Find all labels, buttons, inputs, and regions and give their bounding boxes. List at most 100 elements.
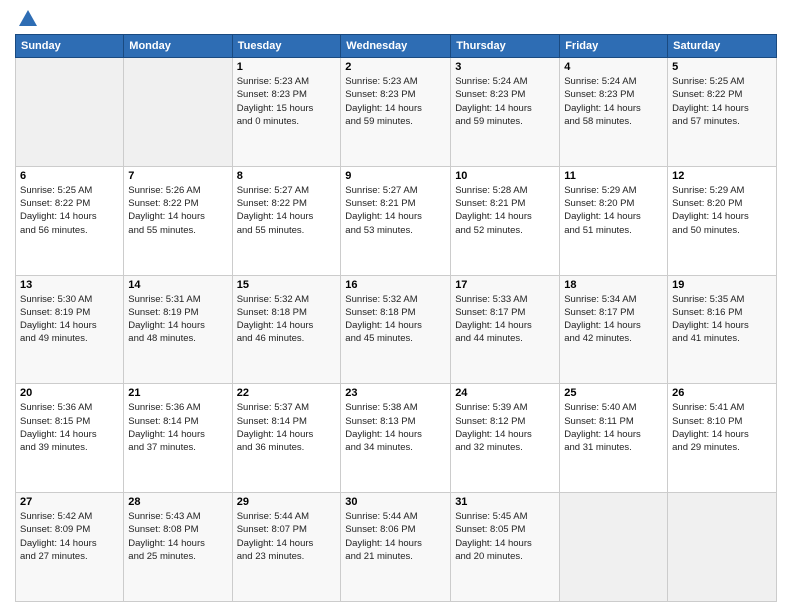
col-wednesday: Wednesday xyxy=(341,35,451,58)
calendar-day-cell: 3 Sunrise: 5:24 AM Sunset: 8:23 PM Daylig… xyxy=(451,58,560,167)
calendar-day-cell xyxy=(124,58,232,167)
calendar-day-cell xyxy=(16,58,124,167)
calendar-day-cell: 20 Sunrise: 5:36 AM Sunset: 8:15 PM Dayli… xyxy=(16,384,124,493)
day-number: 31 xyxy=(455,496,555,508)
day-info: Sunrise: 5:32 AM Sunset: 8:18 PM Dayligh… xyxy=(345,293,446,346)
day-number: 12 xyxy=(672,170,772,182)
col-thursday: Thursday xyxy=(451,35,560,58)
day-number: 8 xyxy=(237,170,337,182)
calendar-day-cell: 26Sunrise: 5:41 AM Sunset: 8:10 PM Dayli… xyxy=(668,384,777,493)
col-sunday: Sunday xyxy=(16,35,124,58)
day-number: 30 xyxy=(345,496,446,508)
calendar-day-cell xyxy=(560,493,668,602)
calendar-day-cell: 23Sunrise: 5:38 AM Sunset: 8:13 PM Dayli… xyxy=(341,384,451,493)
day-info: Sunrise: 5:32 AM Sunset: 8:18 PM Dayligh… xyxy=(237,293,337,346)
calendar-day-cell: 12 Sunrise: 5:29 AM Sunset: 8:20 PM Dayli… xyxy=(668,166,777,275)
calendar-day-cell: 22 Sunrise: 5:37 AM Sunset: 8:14 PM Dayli… xyxy=(232,384,341,493)
calendar-day-cell: 31 Sunrise: 5:45 AM Sunset: 8:05 PM Dayli… xyxy=(451,493,560,602)
day-info: Sunrise: 5:35 AM Sunset: 8:16 PM Dayligh… xyxy=(672,293,772,346)
day-info: Sunrise: 5:23 AM Sunset: 8:23 PM Dayligh… xyxy=(345,75,446,128)
calendar-week-row: 1 Sunrise: 5:23 AM Sunset: 8:23 PM Daylig… xyxy=(16,58,777,167)
day-info: Sunrise: 5:42 AM Sunset: 8:09 PM Dayligh… xyxy=(20,510,119,563)
day-info: Sunrise: 5:43 AM Sunset: 8:08 PM Dayligh… xyxy=(128,510,227,563)
day-number: 29 xyxy=(237,496,337,508)
calendar-day-cell: 7 Sunrise: 5:26 AM Sunset: 8:22 PM Daylig… xyxy=(124,166,232,275)
day-info: Sunrise: 5:33 AM Sunset: 8:17 PM Dayligh… xyxy=(455,293,555,346)
calendar-week-row: 13 Sunrise: 5:30 AM Sunset: 8:19 PM Dayli… xyxy=(16,275,777,384)
day-number: 2 xyxy=(345,61,446,73)
calendar-day-cell: 30 Sunrise: 5:44 AM Sunset: 8:06 PM Dayli… xyxy=(341,493,451,602)
calendar-day-cell: 16Sunrise: 5:32 AM Sunset: 8:18 PM Dayli… xyxy=(341,275,451,384)
calendar-day-cell: 28 Sunrise: 5:43 AM Sunset: 8:08 PM Dayli… xyxy=(124,493,232,602)
day-info: Sunrise: 5:27 AM Sunset: 8:21 PM Dayligh… xyxy=(345,184,446,237)
day-info: Sunrise: 5:26 AM Sunset: 8:22 PM Dayligh… xyxy=(128,184,227,237)
day-number: 17 xyxy=(455,279,555,291)
day-info: Sunrise: 5:24 AM Sunset: 8:23 PM Dayligh… xyxy=(564,75,663,128)
calendar-table: Sunday Monday Tuesday Wednesday Thursday… xyxy=(15,34,777,602)
day-number: 5 xyxy=(672,61,772,73)
day-number: 7 xyxy=(128,170,227,182)
calendar-day-cell: 9 Sunrise: 5:27 AM Sunset: 8:21 PM Daylig… xyxy=(341,166,451,275)
calendar-day-cell: 8 Sunrise: 5:27 AM Sunset: 8:22 PM Daylig… xyxy=(232,166,341,275)
calendar-day-cell: 19 Sunrise: 5:35 AM Sunset: 8:16 PM Dayli… xyxy=(668,275,777,384)
calendar-day-cell: 5Sunrise: 5:25 AM Sunset: 8:22 PM Daylig… xyxy=(668,58,777,167)
calendar-day-cell: 27Sunrise: 5:42 AM Sunset: 8:09 PM Dayli… xyxy=(16,493,124,602)
calendar-week-row: 20 Sunrise: 5:36 AM Sunset: 8:15 PM Dayli… xyxy=(16,384,777,493)
calendar-day-cell: 10 Sunrise: 5:28 AM Sunset: 8:21 PM Dayli… xyxy=(451,166,560,275)
calendar-header-row: Sunday Monday Tuesday Wednesday Thursday… xyxy=(16,35,777,58)
calendar-day-cell: 29 Sunrise: 5:44 AM Sunset: 8:07 PM Dayli… xyxy=(232,493,341,602)
calendar-day-cell: 1 Sunrise: 5:23 AM Sunset: 8:23 PM Daylig… xyxy=(232,58,341,167)
calendar-day-cell: 4 Sunrise: 5:24 AM Sunset: 8:23 PM Daylig… xyxy=(560,58,668,167)
day-number: 28 xyxy=(128,496,227,508)
day-number: 26 xyxy=(672,387,772,399)
day-number: 6 xyxy=(20,170,119,182)
col-friday: Friday xyxy=(560,35,668,58)
day-number: 20 xyxy=(20,387,119,399)
day-info: Sunrise: 5:40 AM Sunset: 8:11 PM Dayligh… xyxy=(564,401,663,454)
calendar-week-row: 27Sunrise: 5:42 AM Sunset: 8:09 PM Dayli… xyxy=(16,493,777,602)
day-number: 3 xyxy=(455,61,555,73)
calendar-day-cell: 11 Sunrise: 5:29 AM Sunset: 8:20 PM Dayli… xyxy=(560,166,668,275)
calendar-day-cell: 6 Sunrise: 5:25 AM Sunset: 8:22 PM Daylig… xyxy=(16,166,124,275)
calendar-day-cell: 18Sunrise: 5:34 AM Sunset: 8:17 PM Dayli… xyxy=(560,275,668,384)
day-info: Sunrise: 5:30 AM Sunset: 8:19 PM Dayligh… xyxy=(20,293,119,346)
day-number: 10 xyxy=(455,170,555,182)
calendar-day-cell: 14Sunrise: 5:31 AM Sunset: 8:19 PM Dayli… xyxy=(124,275,232,384)
day-info: Sunrise: 5:29 AM Sunset: 8:20 PM Dayligh… xyxy=(564,184,663,237)
day-number: 11 xyxy=(564,170,663,182)
day-number: 24 xyxy=(455,387,555,399)
day-info: Sunrise: 5:29 AM Sunset: 8:20 PM Dayligh… xyxy=(672,184,772,237)
day-info: Sunrise: 5:45 AM Sunset: 8:05 PM Dayligh… xyxy=(455,510,555,563)
day-info: Sunrise: 5:36 AM Sunset: 8:14 PM Dayligh… xyxy=(128,401,227,454)
day-number: 13 xyxy=(20,279,119,291)
day-info: Sunrise: 5:34 AM Sunset: 8:17 PM Dayligh… xyxy=(564,293,663,346)
day-number: 4 xyxy=(564,61,663,73)
day-info: Sunrise: 5:25 AM Sunset: 8:22 PM Dayligh… xyxy=(20,184,119,237)
header xyxy=(15,10,777,26)
day-number: 9 xyxy=(345,170,446,182)
day-number: 21 xyxy=(128,387,227,399)
calendar-day-cell: 17 Sunrise: 5:33 AM Sunset: 8:17 PM Dayli… xyxy=(451,275,560,384)
day-info: Sunrise: 5:27 AM Sunset: 8:22 PM Dayligh… xyxy=(237,184,337,237)
day-info: Sunrise: 5:36 AM Sunset: 8:15 PM Dayligh… xyxy=(20,401,119,454)
day-number: 25 xyxy=(564,387,663,399)
day-number: 14 xyxy=(128,279,227,291)
page: Sunday Monday Tuesday Wednesday Thursday… xyxy=(0,0,792,612)
day-number: 22 xyxy=(237,387,337,399)
day-info: Sunrise: 5:39 AM Sunset: 8:12 PM Dayligh… xyxy=(455,401,555,454)
day-info: Sunrise: 5:44 AM Sunset: 8:07 PM Dayligh… xyxy=(237,510,337,563)
day-info: Sunrise: 5:37 AM Sunset: 8:14 PM Dayligh… xyxy=(237,401,337,454)
day-info: Sunrise: 5:24 AM Sunset: 8:23 PM Dayligh… xyxy=(455,75,555,128)
day-number: 19 xyxy=(672,279,772,291)
calendar-day-cell: 2 Sunrise: 5:23 AM Sunset: 8:23 PM Daylig… xyxy=(341,58,451,167)
calendar-day-cell: 21 Sunrise: 5:36 AM Sunset: 8:14 PM Dayli… xyxy=(124,384,232,493)
day-info: Sunrise: 5:44 AM Sunset: 8:06 PM Dayligh… xyxy=(345,510,446,563)
day-info: Sunrise: 5:23 AM Sunset: 8:23 PM Dayligh… xyxy=(237,75,337,128)
calendar-day-cell: 15Sunrise: 5:32 AM Sunset: 8:18 PM Dayli… xyxy=(232,275,341,384)
calendar-day-cell xyxy=(668,493,777,602)
col-saturday: Saturday xyxy=(668,35,777,58)
day-info: Sunrise: 5:28 AM Sunset: 8:21 PM Dayligh… xyxy=(455,184,555,237)
col-monday: Monday xyxy=(124,35,232,58)
day-number: 1 xyxy=(237,61,337,73)
col-tuesday: Tuesday xyxy=(232,35,341,58)
